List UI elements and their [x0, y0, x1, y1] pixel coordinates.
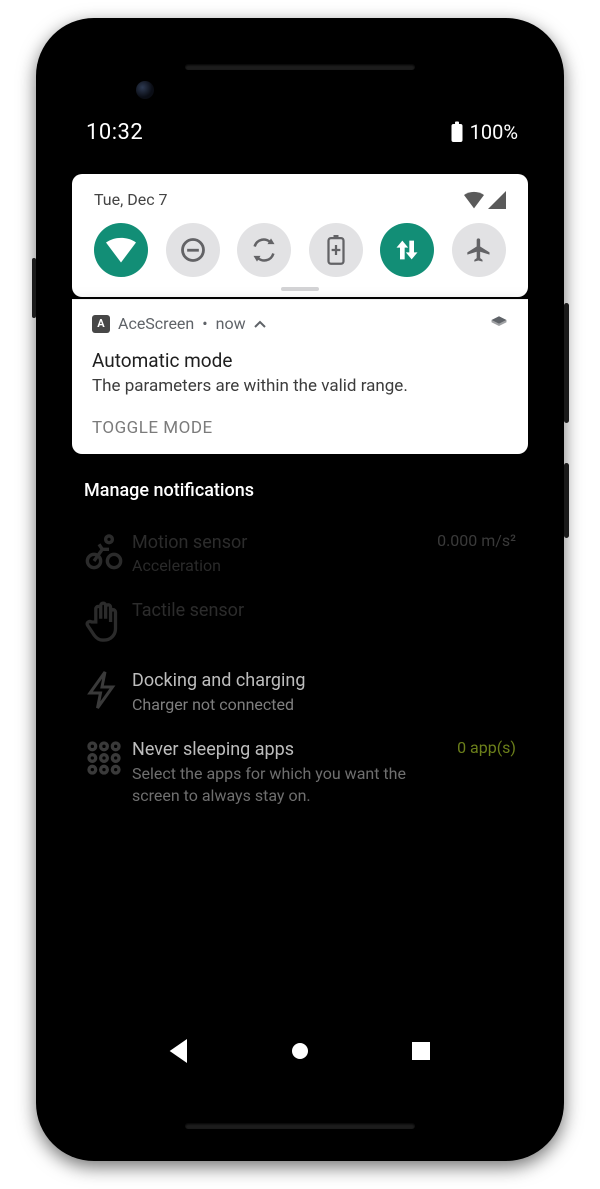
phone-frame: 10:32 100% Tue, Dec 7 — [36, 18, 564, 1161]
row-title: Never sleeping apps — [132, 738, 449, 761]
wifi-icon — [464, 191, 484, 209]
apps-grid-icon — [84, 738, 132, 778]
dnd-icon — [179, 236, 207, 264]
row-title: Docking and charging — [132, 669, 516, 692]
qs-date: Tue, Dec 7 — [94, 190, 168, 209]
nav-back-button[interactable] — [152, 1024, 206, 1078]
notification-card[interactable]: A AceScreen • now Automatic mode The par… — [72, 299, 528, 454]
separator: • — [202, 314, 207, 333]
setting-row-never-sleep[interactable]: Never sleeping apps Select the apps for … — [84, 726, 516, 819]
notification-age: now — [216, 314, 246, 333]
front-camera — [136, 81, 154, 99]
side-button-left — [32, 258, 36, 318]
setting-row-motion[interactable]: Motion sensor Acceleration 0.000 m/s² — [84, 519, 516, 587]
row-sub: Acceleration — [132, 556, 429, 575]
bolt-icon — [84, 669, 132, 711]
quick-settings[interactable]: Tue, Dec 7 — [72, 174, 528, 297]
data-icon — [393, 236, 421, 264]
qs-tile-wifi[interactable] — [94, 223, 148, 277]
qs-tile-airplane[interactable] — [452, 223, 506, 277]
status-time: 10:32 — [86, 120, 143, 145]
notification-body: The parameters are within the valid rang… — [92, 376, 508, 396]
notification-header[interactable]: A AceScreen • now — [92, 314, 508, 333]
rotate-icon — [250, 236, 278, 264]
qs-tile-dnd[interactable] — [166, 223, 220, 277]
background-content: Manage notifications Motion sensor Accel… — [58, 454, 542, 818]
side-button-power — [564, 463, 569, 538]
qs-tile-mobile-data[interactable] — [380, 223, 434, 277]
chevron-up-icon — [254, 319, 266, 329]
qs-tile-battery-saver[interactable] — [309, 223, 363, 277]
bike-icon — [84, 531, 132, 571]
notification-title: Automatic mode — [92, 349, 508, 372]
navigation-bar — [58, 1019, 542, 1083]
row-title: Motion sensor — [132, 531, 429, 554]
signal-icon — [488, 191, 506, 209]
row-title: Tactile sensor — [132, 599, 516, 622]
setting-row-tactile[interactable]: Tactile sensor — [84, 587, 516, 657]
notification-action-toggle-mode[interactable]: TOGGLE MODE — [92, 418, 508, 438]
app-icon: A — [92, 315, 110, 333]
battery-icon — [450, 121, 464, 143]
qs-tile-rotate[interactable] — [237, 223, 291, 277]
stack-icon[interactable] — [490, 314, 508, 332]
battery-percent: 100% — [470, 120, 518, 144]
speaker — [185, 1123, 415, 1129]
row-value: 0 app(s) — [457, 738, 516, 757]
qs-expand-handle[interactable] — [281, 287, 319, 291]
manage-notifications-link[interactable]: Manage notifications — [84, 480, 516, 501]
status-bar: 10:32 100% — [58, 104, 542, 160]
airplane-icon — [465, 236, 493, 264]
row-sub: Select the apps for which you want the s… — [132, 763, 449, 806]
setting-row-docking[interactable]: Docking and charging Charger not connect… — [84, 657, 516, 725]
row-value: 0.000 m/s² — [437, 531, 516, 550]
qs-status-icons — [464, 191, 506, 209]
row-sub: Charger not connected — [132, 695, 516, 714]
nav-home-button[interactable] — [273, 1024, 327, 1078]
wifi-icon — [106, 237, 136, 263]
hand-icon — [84, 599, 132, 645]
status-right: 100% — [450, 120, 518, 144]
screen: 10:32 100% Tue, Dec 7 — [58, 104, 542, 1083]
earpiece — [185, 64, 415, 70]
side-button-volume — [564, 303, 569, 423]
nav-recents-button[interactable] — [394, 1024, 448, 1078]
battery-saver-icon — [327, 235, 345, 265]
notification-app: AceScreen — [118, 314, 194, 333]
